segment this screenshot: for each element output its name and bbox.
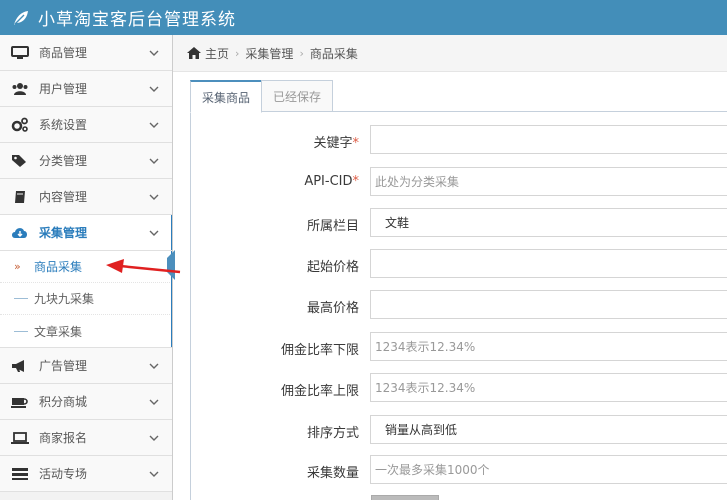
keyword-input[interactable]: [370, 125, 727, 154]
sidebar-item-events[interactable]: 活动专场: [0, 456, 172, 492]
chevron-down-icon: [148, 191, 160, 203]
tab-collect-products[interactable]: 采集商品: [190, 80, 263, 113]
cloud-download-icon: [10, 225, 30, 241]
users-icon: [10, 81, 30, 97]
sidebar-item-label: 分类管理: [39, 154, 88, 168]
sidebar-collapse-handle[interactable]: [165, 250, 175, 280]
form-row-sort: 排序方式 销量从高到低: [190, 415, 727, 445]
max-price-label: 最高价格: [306, 301, 359, 316]
chevron-down-icon: [148, 155, 160, 167]
sidebar-item-label: 商品管理: [39, 46, 88, 60]
breadcrumb-section[interactable]: 采集管理: [245, 45, 293, 62]
sidebar-item-label: 广告管理: [39, 359, 88, 373]
submenu-item-nine-collect[interactable]: 九块九采集: [0, 283, 172, 315]
max-price-input[interactable]: [370, 290, 727, 319]
chevron-down-icon: [148, 468, 160, 480]
breadcrumb-current: 商品采集: [309, 46, 358, 61]
commission-max-input[interactable]: [370, 373, 727, 402]
category-select-value: 文鞋: [385, 216, 410, 230]
sidebar-item-merchant-signup[interactable]: 商家报名: [0, 420, 172, 456]
chevron-down-icon: [148, 360, 160, 372]
sidebar-item-settings[interactable]: 系统设置: [0, 107, 172, 143]
chevron-right-icon: ›: [299, 46, 304, 60]
breadcrumb: 主页 › 采集管理 › 商品采集: [173, 35, 727, 72]
chevron-down-icon: [148, 83, 160, 95]
sidebar-item-label: 系统设置: [39, 118, 88, 132]
category-label: 所属栏目: [306, 219, 359, 234]
submenu-item-product-collect[interactable]: » 商品采集: [0, 251, 172, 283]
sidebar-item-users[interactable]: 用户管理: [0, 71, 172, 107]
tree-line: [14, 330, 28, 332]
leaf-icon: [10, 7, 32, 29]
start-price-input[interactable]: [370, 249, 727, 278]
chevron-down-icon: [148, 227, 160, 239]
category-select[interactable]: 文鞋: [370, 208, 727, 237]
sidebar-item-label: 内容管理: [39, 190, 88, 204]
sort-select-value: 销量从高到低: [385, 423, 458, 437]
sidebar-item-products[interactable]: 商品管理: [0, 35, 172, 71]
chevron-down-icon: [148, 119, 160, 131]
sort-select[interactable]: 销量从高到低: [370, 415, 727, 444]
sidebar-item-label: 用户管理: [39, 82, 88, 96]
gears-icon: [10, 117, 30, 133]
submit-button[interactable]: [371, 495, 439, 500]
sidebar-item-points-mall[interactable]: 积分商城: [0, 384, 172, 420]
form-row-api-cid: API-CID*: [190, 167, 727, 197]
sidebar-item-content[interactable]: 内容管理: [0, 179, 172, 215]
sidebar: 商品管理 用户管理 系统设置 分类管理 内容管理 采集管理 » 商品采集 九块九…: [0, 35, 173, 500]
desktop-icon: [10, 45, 30, 61]
chevron-down-icon: [148, 432, 160, 444]
list-icon: [10, 466, 30, 482]
form-row-keyword: 关键字*: [190, 125, 727, 155]
home-icon: [187, 47, 201, 59]
sidebar-item-label: 采集管理: [39, 226, 88, 240]
tree-line: [14, 298, 28, 299]
sidebar-item-label: 商家报名: [39, 431, 88, 445]
count-label: 采集数量: [306, 466, 359, 481]
breadcrumb-home-label: 主页: [205, 46, 230, 61]
api-cid-input[interactable]: [370, 167, 727, 196]
collect-submenu: » 商品采集 九块九采集 文章采集: [0, 251, 172, 348]
top-navbar: 小草淘宝客后台管理系统: [0, 0, 727, 35]
app-title: 小草淘宝客后台管理系统: [38, 10, 236, 30]
chevron-down-icon: [148, 47, 160, 59]
form-row-count: 采集数量: [190, 455, 727, 485]
form-row-commission-min: 佣金比率下限: [190, 332, 727, 362]
chevron-down-icon: [148, 396, 160, 408]
sidebar-item-ads[interactable]: 广告管理: [0, 348, 172, 384]
laptop-icon: [10, 430, 30, 446]
coffee-icon: [10, 394, 30, 410]
chevron-right-icon: ›: [235, 46, 240, 60]
commission-min-label: 佣金比率下限: [280, 343, 359, 358]
commission-max-label: 佣金比率上限: [280, 384, 359, 399]
tab-bar: 采集商品 已经保存: [190, 80, 334, 113]
count-input[interactable]: [370, 455, 727, 484]
sidebar-item-label: 活动专场: [39, 467, 88, 481]
bullhorn-icon: [10, 358, 30, 374]
api-cid-label: API-CID*: [304, 174, 359, 189]
submenu-item-label: 商品采集: [34, 260, 83, 274]
submenu-item-article-collect[interactable]: 文章采集: [0, 315, 172, 347]
form-row-start-price: 起始价格: [190, 249, 727, 279]
book-icon: [10, 189, 30, 205]
commission-min-input[interactable]: [370, 332, 727, 361]
sort-label: 排序方式: [306, 426, 359, 441]
sidebar-item-label: 积分商城: [39, 395, 88, 409]
form-row-category: 所属栏目 文鞋: [190, 208, 727, 238]
tags-icon: [10, 153, 30, 169]
form-row-max-price: 最高价格: [190, 290, 727, 320]
form-row-commission-max: 佣金比率上限: [190, 373, 727, 403]
sidebar-item-collect[interactable]: 采集管理: [0, 215, 172, 251]
sidebar-item-categories[interactable]: 分类管理: [0, 143, 172, 179]
submenu-item-label: 文章采集: [34, 324, 83, 339]
double-chevron-right-icon: »: [14, 260, 21, 273]
start-price-label: 起始价格: [306, 260, 359, 275]
tab-saved[interactable]: 已经保存: [261, 80, 334, 112]
breadcrumb-home[interactable]: 主页: [187, 45, 229, 62]
submenu-item-label: 九块九采集: [34, 292, 95, 306]
keyword-label: 关键字*: [313, 136, 359, 151]
